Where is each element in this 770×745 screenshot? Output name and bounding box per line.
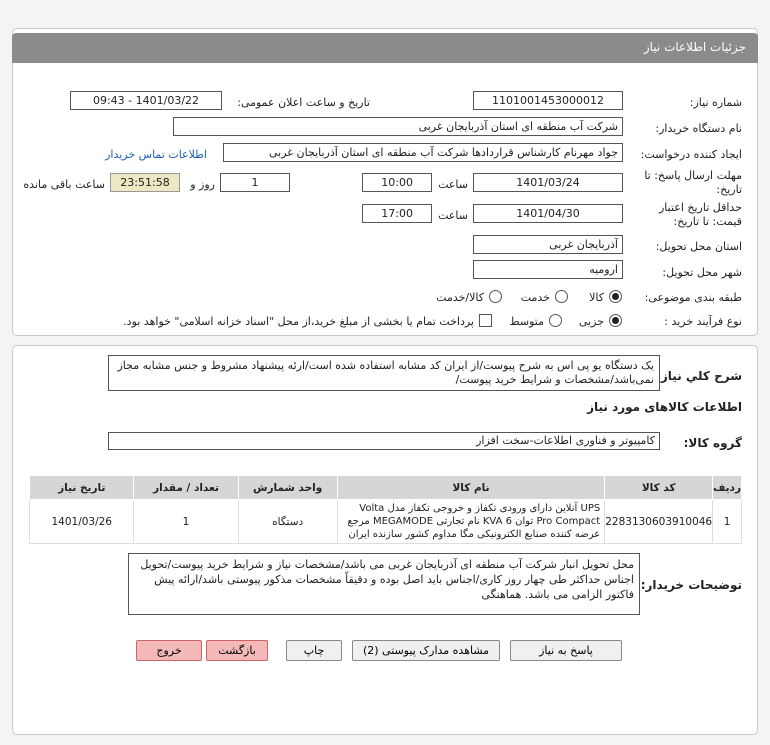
- treasury-payment-checkbox[interactable]: [479, 314, 492, 327]
- exit-button[interactable]: خروج: [136, 640, 202, 661]
- buyer-label: نام دستگاه خریدار:: [655, 122, 742, 135]
- province-field: آذربایجان غربی: [473, 235, 623, 254]
- category-goods-label: کالا: [589, 291, 604, 304]
- page-header: جزئیات اطلاعات نیاز: [12, 33, 758, 63]
- cell-date: 1401/03/26: [28, 499, 135, 544]
- city-label: شهر محل تحویل:: [662, 266, 742, 279]
- goods-table: ردیف کد کالا نام کالا واحد شمارش تعداد /…: [28, 475, 742, 544]
- treasury-payment-note: پرداخت تمام یا بخشی از مبلغ خرید،از محل …: [123, 315, 474, 328]
- reply-button[interactable]: پاسخ به نیاز: [510, 640, 622, 661]
- col-unit: واحد شمارش: [237, 475, 338, 500]
- cell-row: 1: [712, 499, 742, 544]
- deadline-label-line1: مهلت ارسال پاسخ: تا: [644, 169, 742, 182]
- col-date: تاریخ نیاز: [28, 475, 135, 500]
- category-service-radio[interactable]: [555, 290, 568, 303]
- deadline-date-field: 1401/03/24: [473, 173, 623, 192]
- process-medium-label: متوسط: [509, 315, 544, 328]
- process-label: نوع فرآیند خرید :: [664, 315, 742, 328]
- category-service-label: خدمت: [520, 291, 550, 304]
- days-label: روز و: [190, 178, 215, 191]
- creator-field: جواد مهرنام کارشناس قراردادها شرکت آب من…: [223, 143, 623, 162]
- deadline-time-field: 10:00: [362, 173, 432, 192]
- cell-name: UPS آنلاین دارای ورودی تکفاز و خروجی تکف…: [336, 499, 606, 544]
- col-row: ردیف: [712, 475, 742, 500]
- goods-group-label: گروه کالا:: [683, 436, 742, 450]
- validity-time-label: ساعت: [438, 209, 468, 222]
- summary-text: یک دستگاه یو پی اس به شرح پیوست/از ایران…: [108, 355, 660, 391]
- need-number-field: 1101001453000012: [473, 91, 623, 110]
- remaining-days-field: 1: [220, 173, 290, 192]
- col-name: نام کالا: [336, 475, 606, 500]
- goods-table-header: ردیف کد کالا نام کالا واحد شمارش تعداد /…: [28, 475, 742, 500]
- announce-datetime-field: 1401/03/22 - 09:43: [70, 91, 222, 110]
- creator-label: ایجاد کننده درخواست:: [640, 148, 742, 161]
- process-medium-radio[interactable]: [549, 314, 562, 327]
- deadline-label-line2: تاریخ:: [716, 183, 742, 196]
- category-goods-service-label: کالا/خدمت: [436, 291, 484, 304]
- buyer-contact-link[interactable]: اطلاعات تماس خریدار: [105, 148, 207, 161]
- announce-label: تاریخ و ساعت اعلان عمومی:: [237, 96, 370, 109]
- validity-time-field: 17:00: [362, 204, 432, 223]
- cell-unit: دستگاه: [237, 499, 338, 544]
- province-label: استان محل تحویل:: [655, 240, 742, 253]
- view-attachments-button[interactable]: مشاهده مدارک پیوستی (2): [352, 640, 500, 661]
- validity-label-line1: حداقل تاریخ اعتبار: [658, 201, 742, 214]
- category-goods-service-radio[interactable]: [489, 290, 502, 303]
- page-title: جزئیات اطلاعات نیاز: [643, 40, 746, 54]
- process-minor-radio[interactable]: [609, 314, 622, 327]
- buyer-notes-label: توضیحات خریدار:: [640, 578, 742, 592]
- validity-label-line2: قیمت: تا تاریخ:: [673, 215, 742, 228]
- buyer-field: شرکت آب منطقه ای استان آذربایجان غربی: [173, 117, 623, 136]
- category-label: طبقه بندی موضوعی:: [644, 291, 742, 304]
- col-qty: تعداد / مقدار: [133, 475, 239, 500]
- cell-qty: 1: [133, 499, 239, 544]
- goods-group-field: کامپیوتر و فناوری اطلاعات-سخت افزار: [108, 432, 660, 450]
- process-minor-label: جزیی: [578, 315, 604, 328]
- remaining-time-field: 23:51:58: [110, 173, 180, 192]
- back-button[interactable]: بازگشت: [206, 640, 268, 661]
- print-button[interactable]: چاپ: [286, 640, 342, 661]
- deadline-time-label: ساعت: [438, 178, 468, 191]
- remaining-label: ساعت باقی مانده: [23, 178, 105, 191]
- goods-section-title: اطلاعات کالاهای مورد نیاز: [587, 400, 742, 414]
- cell-code: 2283130603910046: [604, 499, 714, 544]
- buyer-notes-text: محل تحویل انبار شرکت آب منطقه ای آذربایج…: [128, 553, 640, 615]
- category-goods-radio[interactable]: [609, 290, 622, 303]
- summary-label: شرح کلي نياز:: [656, 369, 742, 383]
- col-code: کد کالا: [604, 475, 714, 500]
- validity-date-field: 1401/04/30: [473, 204, 623, 223]
- city-field: ارومیه: [473, 260, 623, 279]
- table-row: 1 2283130603910046 UPS آنلاین دارای ورود…: [28, 499, 742, 544]
- need-number-label: شماره نیاز:: [689, 96, 742, 109]
